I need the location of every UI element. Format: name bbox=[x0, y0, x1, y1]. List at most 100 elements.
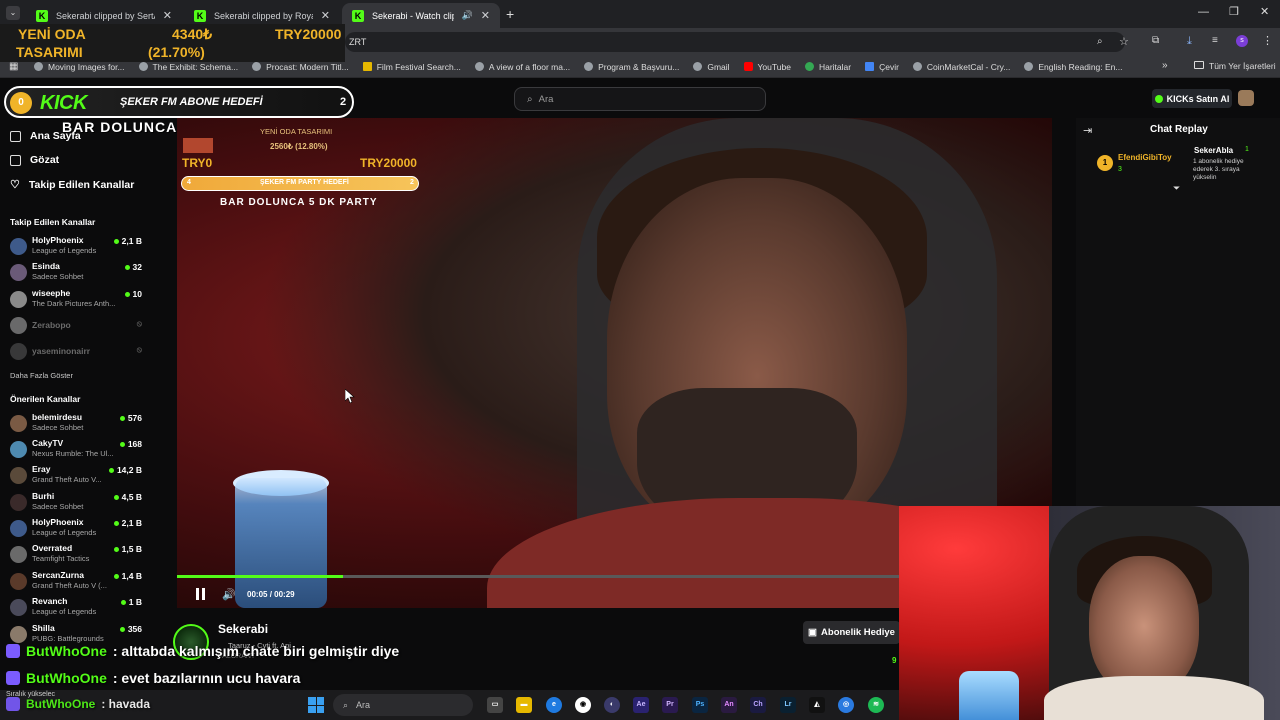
viewer-count: 168 bbox=[119, 439, 142, 449]
animate-icon[interactable]: An bbox=[721, 697, 737, 713]
recommended-section-title: Önerilen Kanallar bbox=[10, 394, 81, 404]
app-icon[interactable]: ◐ bbox=[604, 697, 620, 713]
browser-tab-3[interactable]: K Sekerabi - Watch clips on K 🔊 ✕ bbox=[342, 3, 500, 28]
recommended-channel[interactable]: Burhi Sadece Sohbet 4,5 B bbox=[10, 491, 150, 517]
close-tab-icon[interactable]: ✕ bbox=[321, 9, 330, 22]
bookmark-item[interactable]: Haritalar bbox=[804, 62, 851, 72]
bookmark-item[interactable]: Program & Başvuru... bbox=[584, 62, 679, 72]
premiere-icon[interactable]: Pr bbox=[662, 697, 678, 713]
close-tab-icon[interactable]: ✕ bbox=[481, 9, 490, 22]
windows-start-icon[interactable] bbox=[308, 697, 324, 713]
viewer-count-value: 2,1 B bbox=[121, 236, 142, 246]
viewer-count: 1,4 B bbox=[113, 571, 142, 581]
recommended-channel[interactable]: SercanZurna Grand Theft Auto V (... 1,4 B bbox=[10, 570, 150, 596]
apps-icon[interactable]: ▦ bbox=[9, 61, 18, 72]
tab-search-icon[interactable]: ⌄ bbox=[6, 6, 20, 20]
bookmark-item[interactable]: YouTube bbox=[743, 62, 791, 72]
viewer-count: 356 bbox=[119, 624, 142, 634]
chat-leader-name[interactable]: EfendiGibiToy bbox=[1118, 153, 1172, 162]
recommended-channel[interactable]: Eray Grand Theft Auto V... 14,2 B bbox=[10, 464, 150, 490]
speaker-icon[interactable]: 🔊 bbox=[462, 10, 473, 21]
avatar bbox=[10, 291, 27, 308]
bookmark-label: Gmail bbox=[707, 61, 730, 72]
video-party-goal-label: ŞEKER FM PARTY HEDEFİ bbox=[260, 179, 349, 186]
task-view-icon[interactable]: ▭ bbox=[487, 697, 503, 713]
media-icon[interactable]: ≡ bbox=[1212, 35, 1218, 46]
restore-button[interactable]: ❐ bbox=[1229, 5, 1239, 18]
bookmark-label: CoinMarketCal - Cry... bbox=[926, 61, 1011, 72]
search-input[interactable]: ⌕ Ara bbox=[514, 87, 766, 111]
live-dot-icon bbox=[113, 520, 119, 526]
bookmark-icon bbox=[1024, 62, 1034, 71]
buy-kicks-button[interactable]: KICKs Satın Al bbox=[1152, 89, 1232, 108]
avatar bbox=[10, 546, 27, 563]
followed-channel[interactable]: wiseephe The Dark Pictures Anth... 10 bbox=[10, 288, 150, 314]
bookmark-item[interactable]: English Reading: En... bbox=[1024, 62, 1122, 72]
followed-channel-offline[interactable]: Zerabopo ⦸ bbox=[10, 314, 150, 340]
viewer-count: 576 bbox=[119, 413, 142, 423]
time-total: 00:29 bbox=[274, 590, 295, 599]
offline-icon: ⦸ bbox=[136, 345, 142, 354]
bookmark-item[interactable]: Film Festival Search... bbox=[362, 62, 461, 72]
bookmark-label: The Exhibit: Schema... bbox=[152, 61, 239, 72]
user-badge-icon bbox=[6, 644, 20, 658]
bookmark-item[interactable]: A view of a floor ma... bbox=[474, 62, 570, 72]
minimize-button[interactable]: — bbox=[1198, 6, 1209, 18]
recommended-channel[interactable]: Revanch League of Legends 1 B bbox=[10, 596, 150, 622]
bookmark-item[interactable]: Gmail bbox=[693, 61, 730, 72]
all-bookmarks[interactable]: Tüm Yer İşaretleri bbox=[1194, 61, 1276, 71]
collapse-chat-icon[interactable]: ⇥ bbox=[1083, 124, 1092, 137]
after-effects-icon[interactable]: Ae bbox=[633, 697, 649, 713]
app-icon[interactable]: ◎ bbox=[838, 697, 854, 713]
edge-icon[interactable]: e bbox=[546, 697, 562, 713]
bookmarks-overflow-icon[interactable]: » bbox=[1162, 60, 1168, 71]
followed-channel[interactable]: HolyPhoenix League of Legends 2,1 B bbox=[10, 235, 150, 261]
webcam-overlay bbox=[899, 506, 1280, 720]
show-more-link[interactable]: Daha Fazla Göster bbox=[10, 371, 73, 380]
channel-name[interactable]: Sekerabi bbox=[218, 622, 268, 636]
chrome-icon[interactable]: ◉ bbox=[575, 697, 591, 713]
download-icon[interactable]: ⤓ bbox=[1187, 35, 1192, 48]
bookmark-item[interactable]: CoinMarketCal - Cry... bbox=[912, 61, 1011, 72]
user-avatar[interactable] bbox=[1238, 90, 1254, 106]
new-tab-button[interactable]: + bbox=[506, 6, 514, 22]
taskbar-search-input[interactable]: ⌕ Ara bbox=[333, 694, 473, 716]
bookmark-item[interactable]: Moving Images for... bbox=[34, 62, 125, 72]
sidebar-item-browse[interactable]: Gözat bbox=[10, 154, 59, 166]
file-explorer-icon[interactable]: ▬ bbox=[516, 697, 532, 713]
extensions-icon[interactable]: ⧉ bbox=[1152, 35, 1159, 46]
character-animator-icon[interactable]: Ch bbox=[750, 697, 766, 713]
menu-icon[interactable]: ⋮ bbox=[1262, 34, 1273, 47]
chat-user-name[interactable]: SekerAbla bbox=[1194, 146, 1233, 155]
bookmark-item[interactable]: The Exhibit: Schema... bbox=[138, 61, 239, 72]
gift-subscription-button[interactable]: ▣ Abonelik Hediye bbox=[803, 621, 900, 644]
followed-channel[interactable]: Esinda Sadece Sohbet 32 bbox=[10, 261, 150, 287]
followed-channel-offline[interactable]: yaseminonairr ⦸ bbox=[10, 340, 150, 366]
capcut-icon[interactable]: ◭ bbox=[809, 697, 825, 713]
profile-avatar[interactable]: s bbox=[1236, 35, 1248, 47]
filter-icon[interactable]: ⏷ bbox=[1173, 183, 1180, 194]
sidebar-item-following[interactable]: ♡ Takip Edilen Kanallar bbox=[10, 178, 134, 192]
avatar bbox=[10, 626, 27, 643]
spotify-icon[interactable]: ≋ bbox=[868, 697, 884, 713]
volume-icon[interactable]: 🔊 bbox=[222, 588, 236, 601]
avatar bbox=[10, 343, 27, 360]
viewer-count: 32 bbox=[124, 262, 142, 272]
photoshop-icon[interactable]: Ps bbox=[692, 697, 708, 713]
close-window-button[interactable]: ✕ bbox=[1260, 5, 1269, 18]
pause-button[interactable] bbox=[196, 588, 208, 601]
channel-category: Sadece Sohbet bbox=[32, 502, 84, 511]
channel-name: Shilla bbox=[32, 623, 55, 633]
zoom-icon[interactable]: ⌕ bbox=[1097, 36, 1103, 47]
recommended-channel[interactable]: HolyPhoenix League of Legends 2,1 B bbox=[10, 517, 150, 543]
recommended-channel[interactable]: CakyTV Nexus Rumble: The Ul... 168 bbox=[10, 438, 150, 464]
close-tab-icon[interactable]: ✕ bbox=[163, 9, 172, 22]
bookmark-item[interactable]: Çevir bbox=[865, 62, 899, 72]
star-icon[interactable]: ☆ bbox=[1119, 35, 1129, 48]
recommended-channel[interactable]: Overrated Teamfight Tactics 1,5 B bbox=[10, 543, 150, 569]
lightroom-icon[interactable]: Lr bbox=[780, 697, 796, 713]
address-bar[interactable]: ZRT bbox=[345, 32, 1125, 52]
bookmark-item[interactable]: Procast: Modern Titl... bbox=[252, 62, 349, 72]
recommended-channel[interactable]: belemirdesu Sadece Sohbet 576 bbox=[10, 412, 150, 438]
maps-icon bbox=[804, 62, 814, 71]
